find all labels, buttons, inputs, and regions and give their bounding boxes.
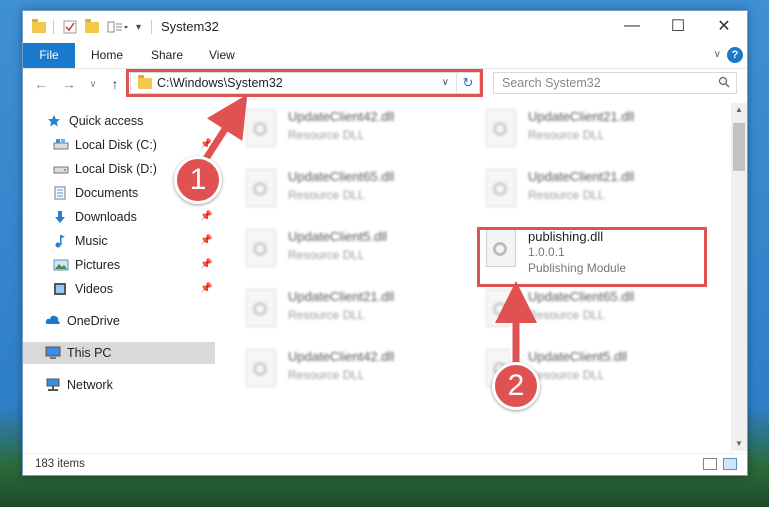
annotation-arrows	[195, 94, 537, 364]
step-1-badge: 1	[174, 156, 222, 204]
step-2-badge: 2	[492, 362, 540, 410]
